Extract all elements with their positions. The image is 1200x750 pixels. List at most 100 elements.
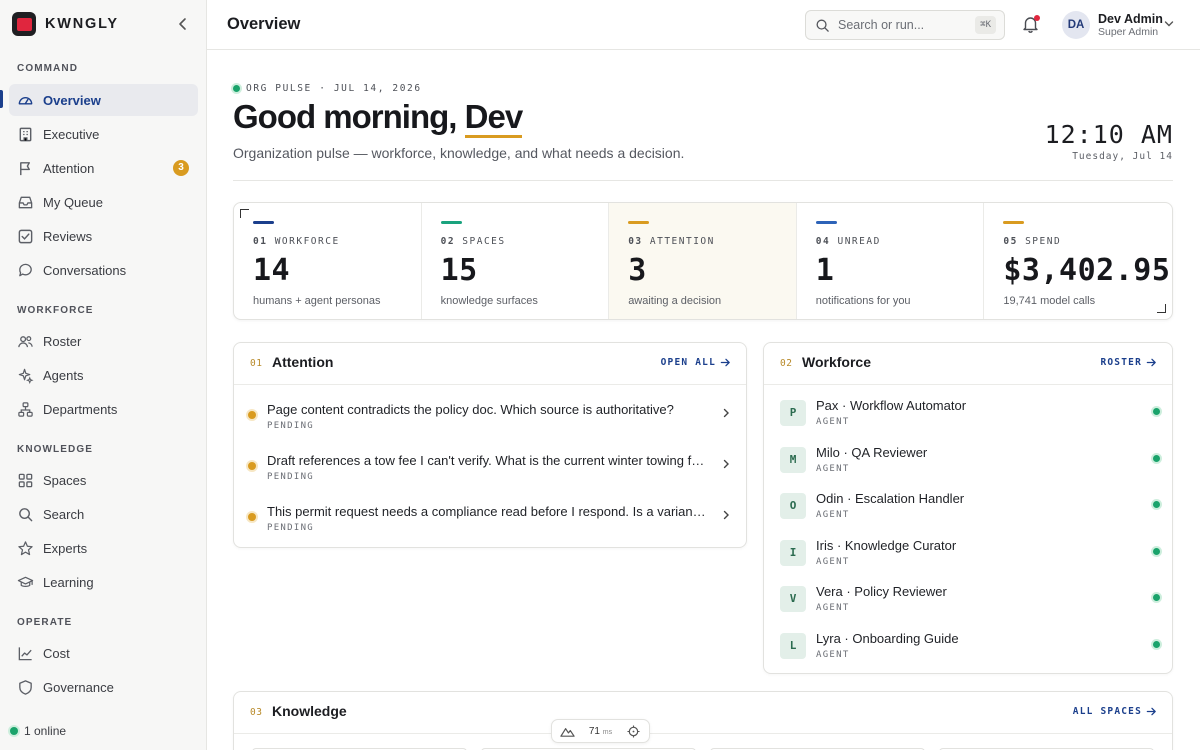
link-label: ALL SPACES [1072, 706, 1142, 717]
stat-note: humans + agent personas [253, 295, 381, 307]
attention-question: This permit request needs a compliance r… [267, 504, 709, 519]
stat-unread[interactable]: 04 UNREAD 1 notifications for you [797, 203, 985, 319]
knowledge-panel: 03 Knowledge ALL SPACES [233, 691, 1173, 750]
chat-icon [19, 263, 32, 276]
panel-title: Knowledge [272, 703, 347, 719]
stat-number: 01 [253, 236, 268, 247]
stat-value: 14 [253, 253, 291, 288]
mountains-icon[interactable] [560, 725, 575, 738]
avatar[interactable]: DA [1062, 11, 1090, 39]
agent-avatar: M [780, 447, 806, 473]
attention-item[interactable]: This permit request needs a compliance r… [248, 501, 730, 545]
notifications-button[interactable] [1022, 15, 1040, 33]
panel-number: 01 [250, 358, 263, 369]
sidebar-item-my-queue[interactable]: My Queue [9, 186, 198, 218]
brand-logo-icon [12, 12, 36, 36]
sidebar-item-spaces[interactable]: Spaces [9, 464, 198, 496]
sidebar-item-label: Governance [43, 679, 114, 695]
sparkles-icon [18, 368, 34, 384]
agent-name: Vera · Policy Reviewer [816, 584, 947, 599]
topbar: Overview Search or run... ⌘K DA Dev Admi… [207, 0, 1200, 50]
search-input[interactable]: Search or run... ⌘K [805, 10, 1005, 40]
sidebar-item-agents[interactable]: Agents [9, 359, 198, 391]
sidebar-item-governance[interactable]: Governance [9, 671, 198, 703]
panel-title: Attention [272, 354, 334, 370]
attention-status: PENDING [267, 523, 315, 533]
stat-note: knowledge surfaces [440, 295, 538, 307]
sidebar-item-overview[interactable]: Overview [9, 84, 198, 116]
stat-accent-bar [253, 221, 274, 224]
sidebar-item-label: Conversations [43, 262, 127, 278]
stat-note: awaiting a decision [628, 295, 722, 307]
sidebar-item-cost[interactable]: Cost [9, 637, 198, 669]
stat-workforce[interactable]: 01 WORKFORCE 14 humans + agent personas [234, 203, 422, 319]
brand-name: KWNGLY [45, 16, 119, 32]
workforce-item[interactable]: P Pax · Workflow Automator AGENT [780, 398, 1160, 438]
sidebar-item-conversations[interactable]: Conversations [9, 254, 198, 286]
sidebar-item-search[interactable]: Search [9, 498, 198, 530]
attention-status: PENDING [267, 472, 315, 482]
workforce-item[interactable]: V Vera · Policy Reviewer AGENT [780, 584, 1160, 624]
agent-role: AGENT [816, 417, 850, 427]
attention-count-badge: 3 [173, 160, 189, 176]
pulse-text: ORG PULSE · JUL 14, 2026 [246, 83, 422, 94]
crosshair-icon[interactable] [626, 724, 641, 738]
agent-role: AGENT [816, 464, 850, 474]
sidebar-item-label: Cost [43, 645, 70, 661]
sidebar-item-departments[interactable]: Departments [9, 393, 198, 425]
graduation-cap-icon [17, 576, 34, 587]
sidebar-item-label: Reviews [43, 228, 93, 244]
agent-avatar: V [780, 586, 806, 612]
user-name[interactable]: Dev Admin [1098, 12, 1163, 26]
stat-value: 3 [628, 253, 647, 288]
roster-link[interactable]: ROSTER [1100, 357, 1157, 368]
stat-spend[interactable]: 05 SPEND $3,402.95 19,741 model calls [984, 203, 1172, 319]
attention-item[interactable]: Page content contradicts the policy doc.… [248, 399, 730, 443]
search-placeholder: Search or run... [838, 18, 925, 32]
all-spaces-link[interactable]: ALL SPACES [1073, 706, 1157, 717]
sidebar-item-label: Departments [43, 401, 118, 417]
brand[interactable]: KWNGLY [12, 12, 119, 36]
stat-spaces[interactable]: 02 SPACES 15 knowledge surfaces [422, 203, 610, 319]
link-label: OPEN ALL [660, 357, 716, 368]
open-all-link[interactable]: OPEN ALL [661, 357, 731, 368]
pulse-dot [233, 85, 240, 92]
user-role: Super Admin [1098, 26, 1159, 38]
workforce-item[interactable]: O Odin · Escalation Handler AGENT [780, 491, 1160, 531]
notification-dot [1034, 15, 1040, 21]
stat-label-text: WORKFORCE [274, 236, 340, 247]
stat-label-text: SPEND [1025, 236, 1062, 247]
greeting-name: Dev [464, 98, 523, 138]
online-label: 1 online [24, 724, 67, 738]
workforce-panel: 02 Workforce ROSTER P Pax · Workflow Aut… [763, 342, 1173, 674]
sidebar-item-reviews[interactable]: Reviews [9, 220, 198, 252]
stat-accent-bar [440, 221, 462, 224]
workforce-item[interactable]: L Lyra · Onboarding Guide AGENT [780, 631, 1160, 671]
stat-label: 01 WORKFORCE [253, 236, 421, 247]
status-dot [1153, 501, 1160, 508]
nav-section-knowledge: KNOWLEDGE [17, 444, 94, 455]
sidebar-item-executive[interactable]: Executive [9, 118, 198, 150]
chevron-left-icon[interactable] [177, 16, 189, 32]
sidebar-item-experts[interactable]: Experts [9, 532, 198, 564]
grid-icon [18, 473, 33, 487]
clock-time: 12:10 AM [1044, 120, 1173, 149]
search-icon [19, 507, 33, 521]
sidebar-item-learning[interactable]: Learning [9, 566, 198, 598]
panel-header: 03 Knowledge ALL SPACES [234, 692, 1172, 734]
agent-name: Odin · Escalation Handler [816, 491, 965, 506]
sidebar-item-roster[interactable]: Roster [9, 325, 198, 357]
attention-item[interactable]: Draft references a tow fee I can't verif… [248, 450, 730, 494]
search-shortcut: ⌘K [975, 16, 996, 34]
sidebar-item-attention[interactable]: Attention 3 [9, 152, 198, 184]
page-title: Overview [227, 15, 301, 33]
chevron-down-icon[interactable] [1164, 20, 1174, 28]
stat-label: 05 SPEND [1003, 236, 1172, 247]
workforce-item[interactable]: I Iris · Knowledge Curator AGENT [780, 538, 1160, 578]
arrow-right-icon [720, 358, 730, 367]
stat-attention[interactable]: 03 ATTENTION 3 awaiting a decision [609, 203, 797, 319]
agent-role: AGENT [816, 557, 850, 567]
star-icon [18, 540, 33, 555]
workforce-item[interactable]: M Milo · QA Reviewer AGENT [780, 445, 1160, 485]
latency-unit: ms [602, 728, 613, 736]
